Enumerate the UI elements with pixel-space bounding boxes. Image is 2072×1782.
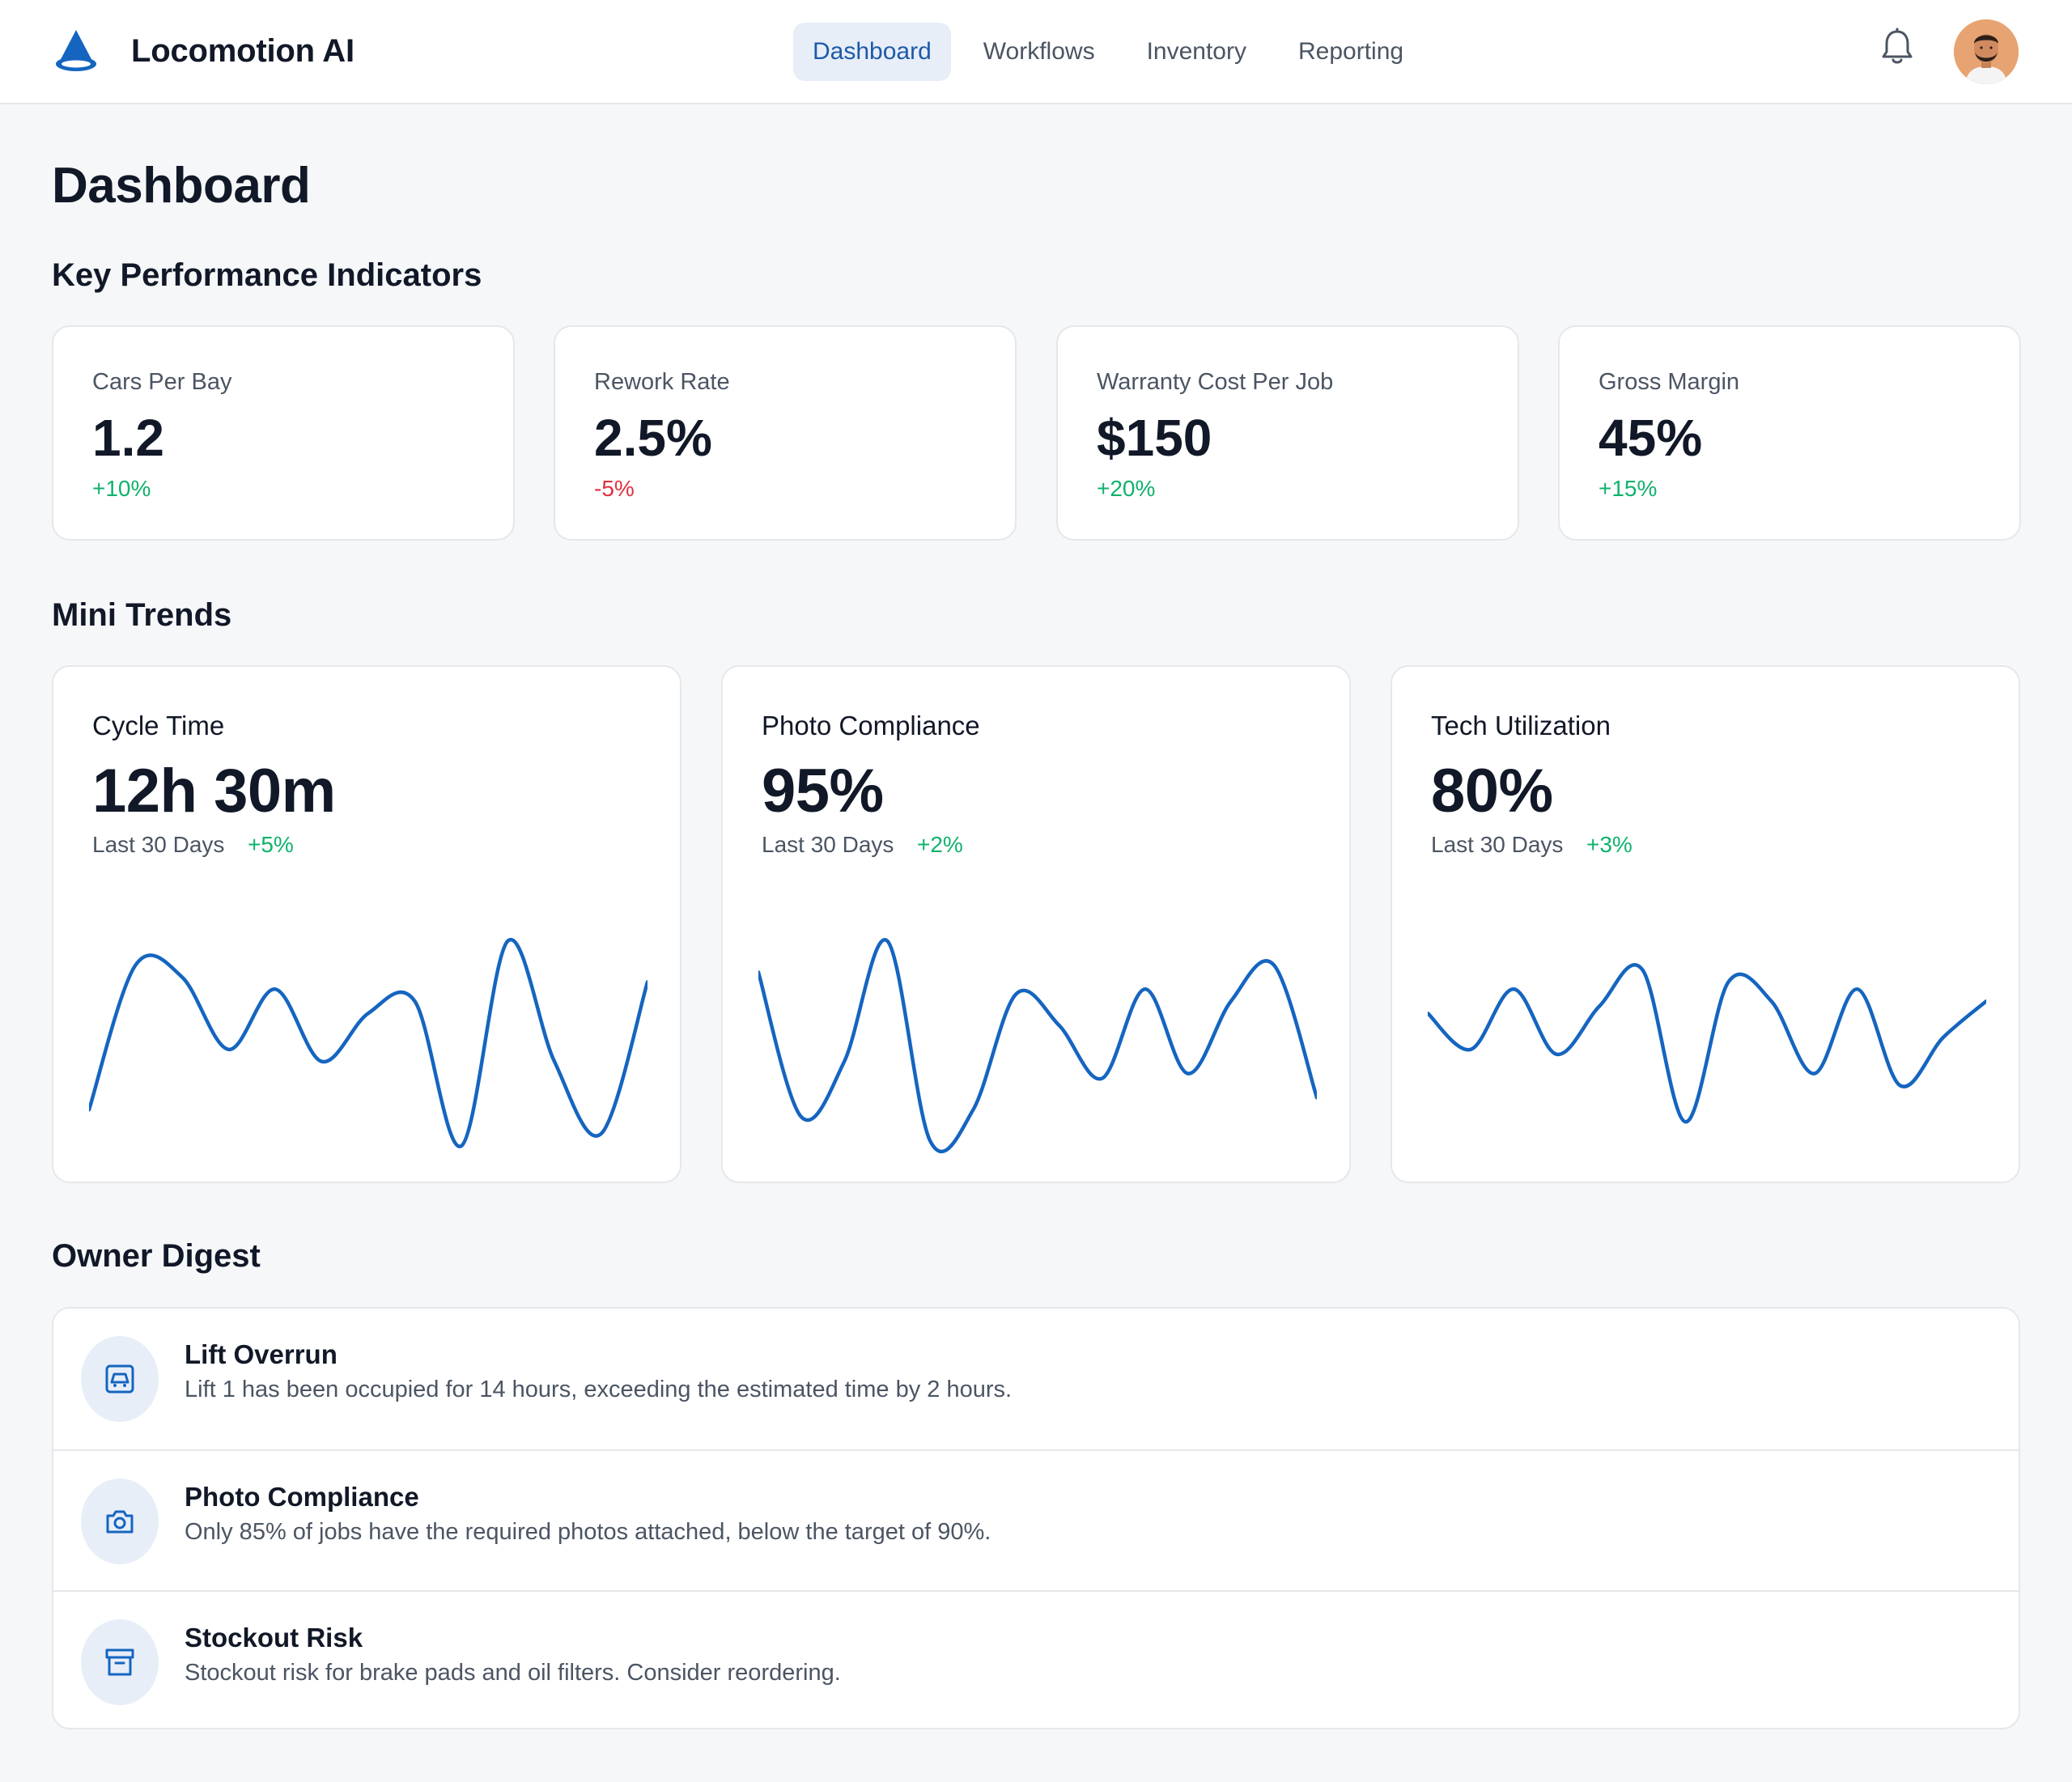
camera-icon <box>106 1510 134 1534</box>
digest-text: Stockout risk for brake pads and oil fil… <box>185 1660 841 1686</box>
digest-title: Stockout Risk <box>185 1623 363 1653</box>
section-title-trends: Mini Trends <box>52 597 232 633</box>
trend-period: Last 30 Days <box>762 832 894 857</box>
trend-card-tech-utilization[interactable]: Tech Utilization 80% Last 30 Days +3% <box>1391 665 2020 1183</box>
digest-title: Photo Compliance <box>185 1482 419 1512</box>
trend-period: Last 30 Days <box>1431 832 1564 857</box>
kpi-label: Cars Per Bay <box>92 369 232 395</box>
tab-dashboard[interactable]: Dashboard <box>793 23 951 81</box>
car-icon <box>105 1364 134 1394</box>
section-title-kpi: Key Performance Indicators <box>52 257 482 293</box>
app-name: Locomotion AI <box>131 33 355 69</box>
trend-value: 12h 30m <box>92 757 336 825</box>
owner-digest-list: Lift Overrun Lift 1 has been occupied fo… <box>52 1307 2020 1729</box>
trend-value: 95% <box>762 757 884 825</box>
user-avatar-icon <box>1954 19 2019 84</box>
section-title-digest: Owner Digest <box>52 1238 261 1274</box>
kpi-value: 1.2 <box>92 409 164 467</box>
kpi-label: Rework Rate <box>594 369 730 395</box>
digest-item-stockout-risk[interactable]: Stockout Risk Stockout risk for brake pa… <box>53 1590 2019 1728</box>
tab-reporting[interactable]: Reporting <box>1279 23 1423 81</box>
kpi-delta: -5% <box>594 476 635 501</box>
trend-line <box>758 938 1317 1154</box>
kpi-card-rework-rate[interactable]: Rework Rate 2.5% -5% <box>554 325 1017 541</box>
kpi-value: $150 <box>1097 409 1212 467</box>
trend-delta: +3% <box>1586 832 1633 857</box>
trend-chart-cycle-time <box>89 937 648 1148</box>
logo-icon <box>56 30 96 71</box>
trend-value: 80% <box>1431 757 1553 825</box>
digest-title: Lift Overrun <box>185 1339 338 1369</box>
kpi-label: Warranty Cost Per Job <box>1097 369 1334 395</box>
trend-period: Last 30 Days <box>92 832 225 857</box>
kpi-card-gross-margin[interactable]: Gross Margin 45% +15% <box>1558 325 2021 541</box>
tab-inventory[interactable]: Inventory <box>1127 23 1266 81</box>
trend-label: Cycle Time <box>92 711 225 740</box>
trend-line <box>89 937 648 1148</box>
digest-text: Only 85% of jobs have the required photo… <box>185 1519 991 1545</box>
trend-chart-tech-utilization <box>1428 963 1986 1124</box>
kpi-card-cars-per-bay[interactable]: Cars Per Bay 1.2 +10% <box>52 325 515 541</box>
kpi-value: 2.5% <box>594 409 712 467</box>
trend-card-cycle-time[interactable]: Cycle Time 12h 30m Last 30 Days +5% <box>52 665 681 1183</box>
kpi-label: Gross Margin <box>1599 369 1740 395</box>
kpi-delta: +20% <box>1097 476 1156 501</box>
digest-item-lift-overrun[interactable]: Lift Overrun Lift 1 has been occupied fo… <box>53 1309 2019 1449</box>
digest-icon-wrap <box>81 1619 159 1705</box>
kpi-delta: +10% <box>92 476 151 501</box>
kpi-value: 45% <box>1599 409 1703 467</box>
trend-card-photo-compliance[interactable]: Photo Compliance 95% Last 30 Days +2% <box>721 665 1351 1183</box>
digest-item-photo-compliance[interactable]: Photo Compliance Only 85% of jobs have t… <box>53 1449 2019 1590</box>
kpi-delta: +15% <box>1599 476 1658 501</box>
top-navigation-bar: Locomotion AI Dashboard Workflows Invent… <box>0 0 2072 104</box>
avatar[interactable] <box>1954 19 2019 84</box>
bell-icon[interactable] <box>1879 28 1915 66</box>
digest-icon-wrap <box>81 1479 159 1564</box>
archive-icon <box>105 1648 134 1676</box>
digest-text: Lift 1 has been occupied for 14 hours, e… <box>185 1377 1013 1402</box>
trend-label: Tech Utilization <box>1431 711 1611 740</box>
page-title: Dashboard <box>52 158 311 214</box>
trend-delta: +5% <box>248 832 294 857</box>
trend-chart-photo-compliance <box>758 938 1317 1154</box>
tab-workflows[interactable]: Workflows <box>964 23 1115 81</box>
brand[interactable]: Locomotion AI <box>52 27 355 75</box>
kpi-card-warranty-cost[interactable]: Warranty Cost Per Job $150 +20% <box>1056 325 1519 541</box>
trend-label: Photo Compliance <box>762 711 980 740</box>
main-nav: Dashboard Workflows Inventory Reporting <box>793 23 1436 81</box>
trend-line <box>1428 963 1986 1124</box>
digest-icon-wrap <box>81 1336 159 1422</box>
trend-delta: +2% <box>917 832 963 857</box>
